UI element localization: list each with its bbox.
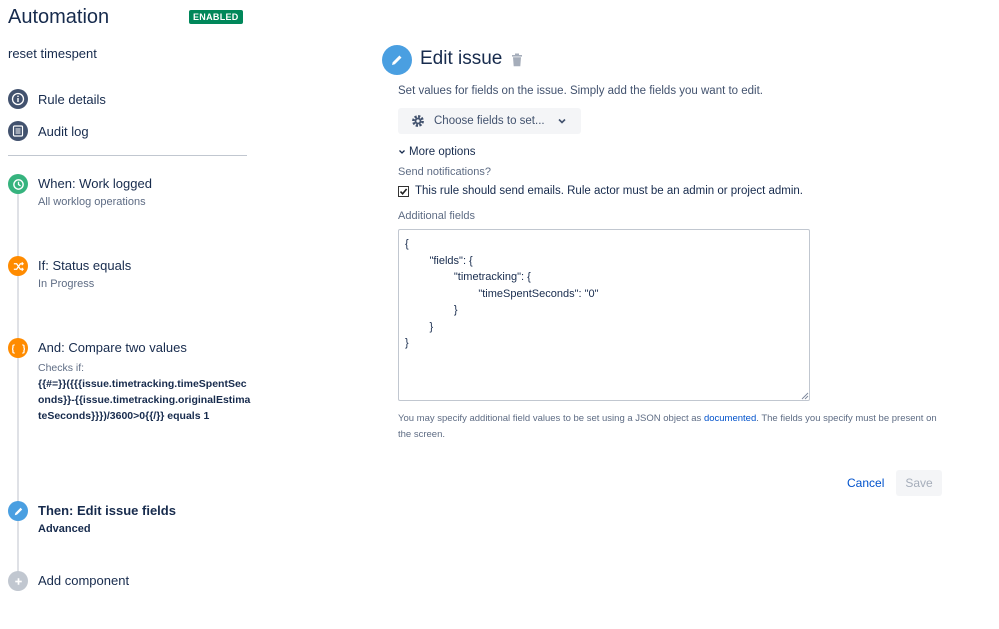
additional-fields-textarea[interactable]: { "fields": { "timetracking": { "timeSpe… bbox=[398, 229, 810, 401]
nav-rule-details[interactable]: Rule details bbox=[8, 88, 106, 110]
step-trigger-title: When: Work logged bbox=[38, 176, 152, 191]
chevron-down-icon bbox=[399, 150, 405, 154]
helper-prefix: You may specify additional field values … bbox=[398, 413, 704, 424]
chevron-down-icon bbox=[558, 118, 566, 124]
text-fade-overlay bbox=[38, 422, 253, 452]
step-condition-title: If: Status equals bbox=[38, 258, 132, 273]
send-email-option: This rule should send emails. Rule actor… bbox=[398, 185, 803, 197]
step-compare-body: Checks if: {{#=}}({{{issue.timetracking.… bbox=[38, 356, 253, 424]
enabled-status-badge[interactable]: ENABLED bbox=[189, 10, 243, 24]
sidebar-divider bbox=[8, 155, 247, 156]
list-icon bbox=[8, 121, 28, 141]
checkmark-icon bbox=[399, 187, 408, 195]
additional-fields-helper-text: You may specify additional field values … bbox=[398, 411, 950, 443]
cancel-button[interactable]: Cancel bbox=[838, 471, 893, 495]
shuffle-icon bbox=[8, 256, 28, 276]
step-action-subtitle: Advanced bbox=[38, 523, 91, 535]
app-title: Automation bbox=[8, 6, 110, 28]
nav-audit-log-label: Audit log bbox=[38, 123, 89, 139]
choose-fields-label: Choose fields to set... bbox=[434, 115, 545, 127]
save-button[interactable]: Save bbox=[896, 470, 942, 496]
svg-text:{ }: { } bbox=[12, 343, 25, 354]
step-action-edit-issue[interactable]: Then: Edit issue fields Advanced bbox=[8, 501, 250, 541]
step-condition-status-equals[interactable]: If: Status equals In Progress bbox=[8, 256, 250, 306]
nav-audit-log[interactable]: Audit log bbox=[8, 120, 89, 142]
more-options-toggle[interactable]: More options bbox=[398, 146, 475, 158]
resize-handle-icon[interactable] bbox=[801, 392, 809, 400]
step-compare-checks-label: Checks if: bbox=[38, 362, 85, 374]
panel-title: Edit issue bbox=[420, 48, 503, 69]
panel-description: Set values for fields on the issue. Simp… bbox=[398, 85, 764, 97]
add-component-label: Add component bbox=[38, 573, 130, 588]
edit-issue-pencil-icon bbox=[382, 45, 412, 75]
send-email-checkbox-label: This rule should send emails. Rule actor… bbox=[415, 185, 803, 197]
pencil-icon bbox=[8, 501, 28, 521]
nav-rule-details-label: Rule details bbox=[38, 91, 106, 107]
braces-icon: { } bbox=[8, 338, 28, 358]
trash-icon[interactable] bbox=[511, 53, 523, 67]
choose-fields-dropdown[interactable]: Choose fields to set... bbox=[398, 108, 581, 134]
documented-link[interactable]: documented bbox=[704, 413, 756, 424]
sidebar: Automation ENABLED reset timespent Rule … bbox=[0, 0, 255, 629]
send-email-checkbox[interactable] bbox=[398, 185, 409, 197]
send-notifications-label: Send notifications? bbox=[398, 166, 491, 178]
step-action-title: Then: Edit issue fields bbox=[38, 503, 176, 518]
step-compare-title: And: Compare two values bbox=[38, 340, 187, 355]
rule-name[interactable]: reset timespent bbox=[8, 46, 97, 61]
clock-icon bbox=[8, 174, 28, 194]
step-trigger-subtitle: All worklog operations bbox=[38, 196, 146, 208]
info-icon bbox=[8, 89, 28, 109]
step-condition-compare-values[interactable]: { } And: Compare two values Checks if: {… bbox=[8, 338, 253, 458]
step-condition-subtitle: In Progress bbox=[38, 278, 95, 290]
plus-icon bbox=[8, 571, 28, 591]
additional-fields-label: Additional fields bbox=[398, 210, 476, 222]
add-component-button[interactable]: Add component bbox=[8, 571, 250, 593]
step-compare-expression: {{#=}}({{{issue.timetracking.timeSpentSe… bbox=[38, 378, 251, 422]
step-trigger-work-logged[interactable]: When: Work logged All worklog operations bbox=[8, 174, 250, 224]
more-options-label: More options bbox=[409, 146, 476, 158]
gear-icon bbox=[412, 115, 424, 127]
